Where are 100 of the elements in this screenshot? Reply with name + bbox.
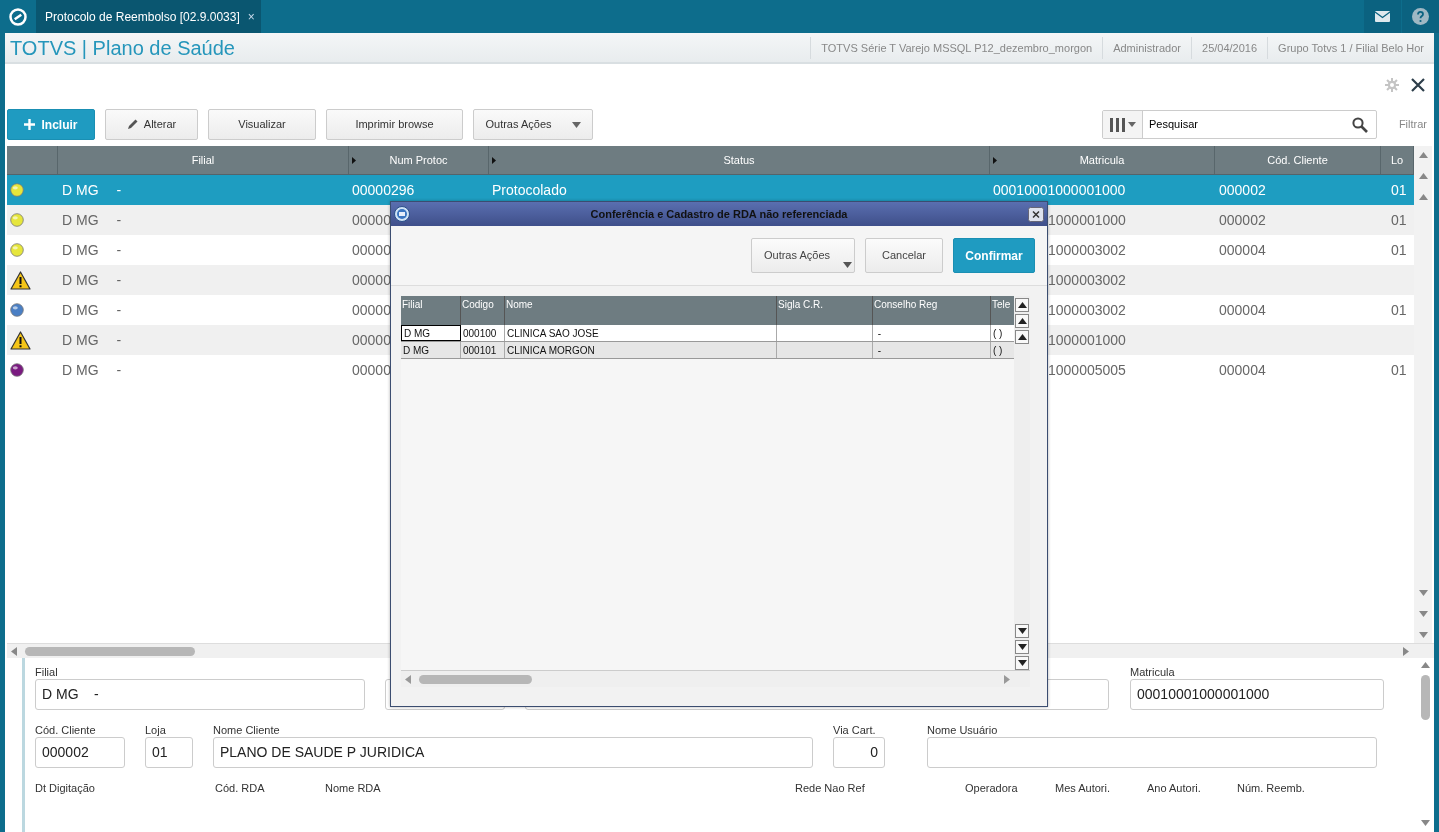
input-field[interactable]: 01	[145, 737, 193, 768]
table-cell: 01	[1391, 211, 1407, 228]
header-info: Administrador	[1102, 36, 1191, 59]
table-cell-text: D MG	[62, 330, 99, 350]
table-cell: 000002	[1219, 181, 1266, 198]
scroll-right-icon[interactable]	[1403, 646, 1409, 656]
input-field[interactable]: 000002	[35, 737, 125, 768]
status-dot-icon	[10, 363, 24, 377]
columns-icon[interactable]	[1109, 117, 1125, 132]
field-label: Nome Cliente	[213, 724, 280, 736]
toolbar-button[interactable]: Outras Ações	[473, 109, 593, 140]
table-cell-text: D MG	[62, 210, 99, 230]
table-cell-text: -	[116, 360, 122, 380]
pencil-icon	[126, 119, 138, 130]
header-info: 25/04/2016	[1191, 36, 1268, 59]
table-cell-text: D MG	[62, 180, 99, 200]
status-dot-icon	[10, 243, 24, 257]
app-title: TOTVS | Plano de Saúde	[9, 35, 235, 61]
window-tab[interactable]: Protocolo de Reembolso [02.9.0033] ×	[36, 0, 261, 33]
table-cell-text: -	[116, 210, 122, 230]
mail-icon[interactable]	[1375, 11, 1390, 22]
table-cell-text: -	[116, 300, 122, 320]
status-dot-icon	[10, 183, 24, 197]
toolbar-button[interactable]: Imprimir browse	[326, 109, 463, 140]
column-header[interactable]: Filial	[402, 299, 423, 310]
input-field[interactable]: PLANO DE SAUDE P JURIDICA	[213, 737, 813, 768]
table-cell: 1000005005	[1048, 361, 1126, 378]
table-cell-text: CLINICA MORGON	[507, 343, 595, 358]
table-cell-text: ( )	[993, 326, 1003, 341]
field-label: Nome RDA	[325, 782, 381, 794]
caret-icon[interactable]	[1127, 122, 1136, 127]
search-bar[interactable]: Pesquisar	[1102, 110, 1377, 139]
column-header[interactable]: Codigo	[462, 299, 494, 310]
table-cell: 00000	[352, 361, 391, 378]
table-cell: 000004	[1219, 361, 1266, 378]
input-field[interactable]	[927, 737, 1377, 768]
toolbar-button[interactable]: Alterar	[105, 109, 198, 140]
scrollbar-thumb[interactable]	[419, 674, 532, 684]
column-header[interactable]: Status	[723, 151, 755, 169]
logo-icon[interactable]	[9, 7, 27, 26]
column-header[interactable]: Sigla C.R.	[778, 299, 823, 310]
scroll-left-icon[interactable]	[405, 674, 411, 684]
table-cell: 00000	[352, 301, 391, 318]
column-header[interactable]: Nome	[506, 299, 533, 310]
input-field[interactable]: 00010001000001000	[1130, 679, 1384, 710]
sort-marker-icon[interactable]	[492, 157, 496, 164]
search-icon[interactable]	[1352, 116, 1368, 133]
dialog-button[interactable]: Outras Ações	[751, 238, 855, 273]
tab-title: Protocolo de Reembolso [02.9.0033]	[45, 8, 240, 26]
tab-close-button[interactable]: ×	[247, 7, 255, 26]
dialog-button[interactable]: Cancelar	[865, 238, 943, 273]
table-row[interactable]: D MG 000100 CLINICA SAO JOSE - ( )	[401, 325, 1014, 342]
sort-marker-icon[interactable]	[993, 157, 997, 164]
table-cell-text: 000101	[463, 343, 497, 358]
table-cell-text: D MG	[62, 240, 99, 260]
column-header[interactable]: Num Protoc	[389, 151, 448, 169]
status-dot-icon	[10, 303, 24, 317]
field-label: Loja	[145, 724, 166, 736]
column-header[interactable]: Conselho Reg	[874, 299, 938, 310]
column-header[interactable]: Lo	[1390, 151, 1404, 169]
table-cell: 00000	[352, 241, 391, 258]
table-cell: 000002	[1219, 211, 1266, 228]
field-label: Cód. RDA	[215, 782, 265, 794]
table-cell-text: D MG	[62, 300, 99, 320]
table-cell: 00000	[352, 331, 391, 348]
table-cell: 000004	[1219, 301, 1266, 318]
scrollbar-thumb[interactable]	[25, 646, 195, 656]
scroll-right-icon[interactable]	[1004, 674, 1010, 684]
input-field[interactable]: 0	[833, 737, 885, 768]
column-header[interactable]: Tele	[992, 299, 1011, 310]
table-row[interactable]: D MG 000101 CLINICA MORGON - ( )	[401, 342, 1014, 359]
field-label: Mes Autori.	[1055, 782, 1111, 794]
toolbar-button[interactable]: Visualizar	[208, 109, 316, 140]
table-cell: 00010001000001000	[993, 181, 1126, 198]
help-icon[interactable]	[1412, 8, 1429, 25]
filter-link[interactable]: Filtrar	[1377, 116, 1434, 133]
input-field[interactable]: D MG -	[35, 679, 365, 710]
scrollbar-thumb[interactable]	[1420, 675, 1430, 720]
caret-icon	[571, 121, 581, 128]
table-cell-text: D MG	[404, 326, 431, 341]
status-dot-icon	[10, 213, 24, 227]
warning-icon	[10, 270, 31, 290]
table-cell-text: -	[116, 330, 122, 350]
caret-icon	[843, 262, 852, 268]
field-label: Operadora	[965, 782, 1018, 794]
column-header[interactable]: Matricula	[1079, 151, 1125, 169]
close-icon[interactable]	[1028, 206, 1044, 222]
table-cell-text: -	[876, 326, 882, 341]
table-cell-text: CLINICA SAO JOSE	[507, 326, 599, 341]
table-cell: 00000	[352, 211, 391, 228]
column-header[interactable]: Filial	[191, 151, 215, 169]
sort-marker-icon[interactable]	[352, 157, 356, 164]
field-label: Filial	[35, 666, 58, 678]
table-cell: 01	[1391, 181, 1407, 198]
table-cell: 1000003002	[1048, 301, 1126, 318]
scroll-left-icon[interactable]	[11, 646, 17, 656]
table-cell-text: ( )	[993, 343, 1003, 358]
column-header[interactable]: Cód. Cliente	[1267, 151, 1328, 169]
close-icon[interactable]	[1411, 78, 1425, 92]
table-cell: 00000296	[352, 181, 415, 198]
